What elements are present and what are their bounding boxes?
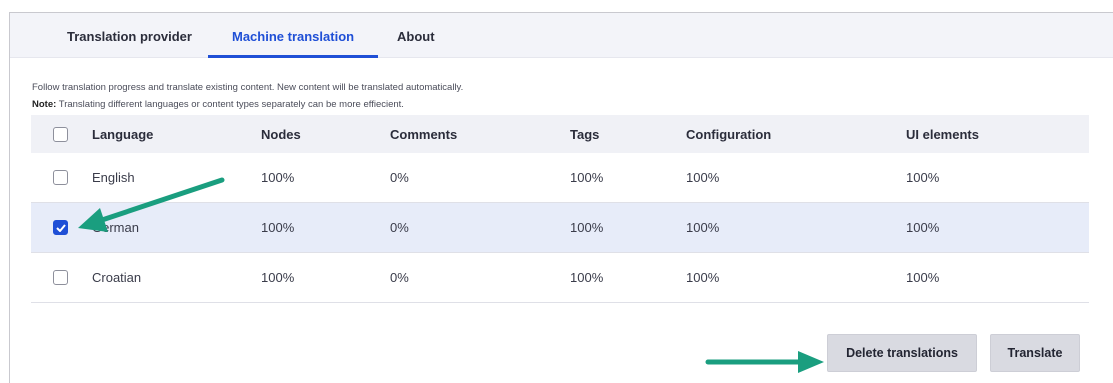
header-nodes[interactable]: Nodes	[261, 115, 301, 153]
header-language[interactable]: Language	[92, 115, 153, 153]
note-body: Translating different languages or conte…	[56, 99, 404, 110]
table-row[interactable]: Croatian 100% 0% 100% 100% 100%	[31, 253, 1089, 303]
select-all-cell	[53, 115, 68, 153]
select-all-checkbox[interactable]	[53, 126, 68, 142]
row-select-cell	[53, 203, 68, 252]
note-text: Note: Translating different languages or…	[32, 99, 404, 110]
cell-comments: 0%	[390, 270, 409, 285]
annotation-arrow-icon	[705, 351, 824, 373]
cell-nodes: 100%	[261, 170, 295, 185]
cell-ui-elements: 100%	[906, 170, 940, 185]
cell-ui-elements: 100%	[906, 220, 940, 235]
cell-comments: 0%	[390, 220, 409, 235]
cell-tags: 100%	[570, 220, 604, 235]
table-header: Language Nodes Comments Tags Configurati…	[31, 115, 1089, 153]
row-checkbox[interactable]	[53, 270, 68, 285]
row-checkbox[interactable]	[53, 220, 68, 235]
header-configuration[interactable]: Configuration	[686, 115, 771, 153]
cell-language: Croatian	[92, 270, 142, 285]
tab-machine-translation[interactable]: Machine translation	[207, 13, 379, 58]
header-ui-elements[interactable]: UI elements	[906, 115, 979, 153]
row-select-cell	[53, 153, 68, 202]
cell-ui-elements: 100%	[906, 270, 940, 285]
cell-tags: 100%	[570, 170, 604, 185]
tab-translation-provider[interactable]: Translation provider	[67, 13, 192, 58]
note-label: Note:	[32, 99, 57, 110]
cell-configuration: 100%	[686, 220, 720, 235]
cell-comments: 0%	[390, 170, 409, 185]
tab-bar: Translation provider Machine translation…	[10, 13, 1113, 58]
description-text: Follow translation progress and translat…	[32, 82, 464, 93]
header-comments[interactable]: Comments	[390, 115, 457, 153]
header-tags[interactable]: Tags	[570, 115, 599, 153]
cell-configuration: 100%	[686, 170, 720, 185]
cell-nodes: 100%	[261, 220, 295, 235]
cell-configuration: 100%	[686, 270, 720, 285]
cell-tags: 100%	[570, 270, 604, 285]
cell-nodes: 100%	[261, 270, 295, 285]
annotation-arrow-icon	[78, 177, 225, 232]
delete-translations-button[interactable]: Delete translations	[827, 334, 977, 372]
row-checkbox[interactable]	[53, 170, 68, 185]
row-select-cell	[53, 253, 68, 302]
translate-button[interactable]: Translate	[990, 334, 1080, 372]
tab-about[interactable]: About	[397, 13, 435, 58]
